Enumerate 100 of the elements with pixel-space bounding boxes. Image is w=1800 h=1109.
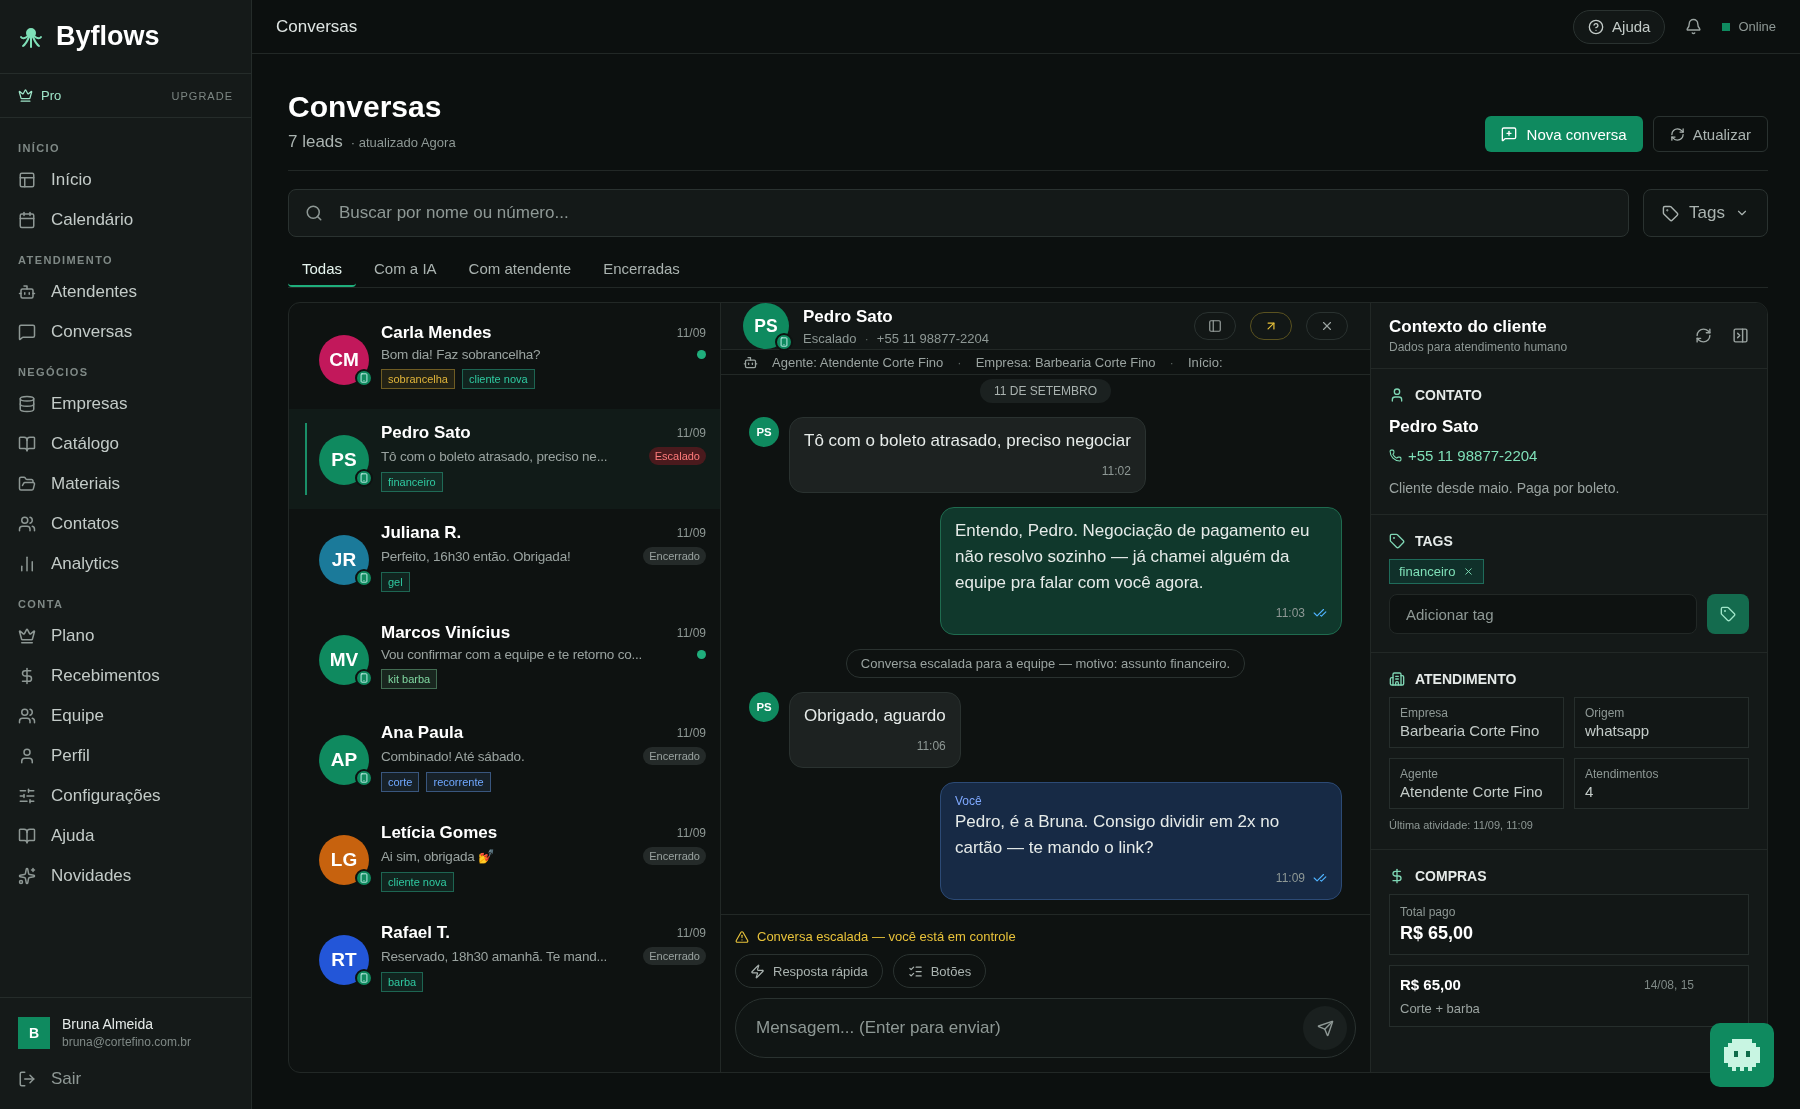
separator: · (1169, 354, 1174, 370)
status-badge: Encerrado (643, 947, 706, 965)
nav-item[interactable]: Materiais (0, 464, 251, 504)
tags-filter-button[interactable]: Tags (1643, 189, 1768, 237)
message-text: Tô com o boleto atrasado, preciso negociar (804, 430, 1131, 452)
contact-name: Ana Paula (381, 723, 465, 743)
nav-item[interactable]: Ajuda (0, 816, 251, 856)
upgrade-link[interactable]: UPGRADE (171, 89, 233, 102)
section-heading: COMPRAS (1415, 868, 1487, 884)
users-icon (18, 515, 36, 533)
nav-item[interactable]: Plano (0, 616, 251, 656)
help-button[interactable]: Ajuda (1573, 9, 1666, 44)
search-icon (305, 204, 323, 222)
conversation-item[interactable]: PS Pedro Sato 11/09 Tô com o boleto atrasado, preciso ne... Escalado financeiro (289, 409, 720, 509)
calendar-icon (18, 211, 36, 229)
chat-phone: +55 11 98877-2204 (876, 330, 989, 346)
tag: kit barba (381, 669, 438, 689)
nav-section-title: NEGÓCIOS (17, 365, 90, 380)
tag-box[interactable]: Adicionar tag (1389, 594, 1697, 634)
nav-item[interactable]: Contatos (0, 504, 251, 544)
purchase-description: Corte + barba (1400, 1001, 1481, 1016)
collapse-panel-button[interactable] (1732, 327, 1749, 344)
nav-item[interactable]: Novidades (0, 856, 251, 896)
nav-item[interactable]: Início (0, 160, 251, 200)
nav-item[interactable]: Atendentes (0, 272, 251, 312)
add-tag-button[interactable] (1707, 594, 1749, 634)
conversation-date: 11/09 (676, 826, 706, 840)
conversation-item[interactable]: JR Juliana R. 11/09 Perfeito, 16h30 então. Obrigada! Encerrado gel (289, 509, 720, 609)
tab[interactable]: Encerradas (589, 251, 694, 287)
conversation-date: 11/09 (676, 926, 706, 940)
phone-link[interactable]: +55 11 98877-2204 (1389, 447, 1749, 464)
updated-text: · atualizado Agora (350, 135, 456, 150)
contact-avatar: RT (319, 935, 369, 985)
panel-icon (1208, 319, 1222, 333)
nav-item[interactable]: Configurações (0, 776, 251, 816)
field-value: Atendente Corte Fino (1400, 783, 1544, 800)
conversation-item[interactable]: LG Letícia Gomes 11/09 Ai sim, obrigada 💅 Encerrado cliente nova (289, 809, 720, 909)
online-status: Online (1722, 19, 1776, 34)
message-time: 11:03 (1275, 605, 1305, 622)
tag: sobrancelha (381, 369, 455, 389)
nav-item[interactable]: Empresas (0, 384, 251, 424)
panel-toggle-button[interactable] (1194, 312, 1236, 340)
field-label: Atendimentos (1585, 767, 1660, 781)
conversation-date: 11/09 (676, 726, 706, 740)
refresh-button[interactable]: Atualizar (1652, 116, 1768, 152)
section-heading: CONTATO (1415, 387, 1482, 403)
message-text: Entendo, Pedro. Negociação de pagamento eu não resolvo sozinho — já chamei alguém da equipe pra falar com você agora. (955, 520, 1311, 594)
lead-count: 7 leads (288, 132, 343, 152)
new-conversation-button[interactable]: Nova conversa (1484, 116, 1643, 152)
contact-name: Juliana R. (381, 523, 463, 543)
refresh-button[interactable] (1695, 327, 1712, 344)
escalate-button[interactable] (1250, 312, 1292, 340)
conversation-item[interactable]: RT Rafael T. 11/09 Reservado, 18h30 amanhã. Te mand... Encerrado barba (289, 909, 720, 1009)
conversation-item[interactable]: AP Ana Paula 11/09 Combinado! Até sábado. Encerrado corte recorrente (289, 709, 720, 809)
tab[interactable]: Com a IA (360, 251, 451, 287)
purchase-date: 14/08, 15 (1643, 977, 1694, 992)
close-icon (1320, 319, 1334, 333)
nav-item[interactable]: Catálogo (0, 424, 251, 464)
conversation-item[interactable]: CM Carla Mendes 11/09 Bom dia! Faz sobrancelha? sobrancelha cliente nova (289, 309, 720, 409)
tag: corte (381, 772, 420, 792)
nav-item[interactable]: Calendário (0, 200, 251, 240)
logout-link[interactable]: Sair (0, 1059, 251, 1109)
message-preview: Reservado, 18h30 amanhã. Te mand... (381, 948, 609, 964)
nav-item[interactable]: Equipe (0, 696, 251, 736)
phone-badge-icon (355, 369, 373, 387)
tab[interactable]: Com atendente (454, 251, 586, 287)
nav-section-title: ATENDIMENTO (17, 253, 115, 268)
user-email: bruna@cortefino.com.br (62, 1035, 191, 1049)
total-amount: R$ 65,00 (1400, 923, 1475, 944)
phone-badge-icon (355, 869, 373, 887)
building-icon (1389, 671, 1405, 687)
nav-item[interactable]: Conversas (0, 312, 251, 352)
phone-badge-icon (355, 569, 373, 587)
message-input[interactable]: Mensagem... (Enter para enviar) (754, 1017, 1303, 1039)
remove-icon[interactable] (1463, 566, 1475, 577)
search-field[interactable]: Buscar por nome ou número... (337, 202, 1613, 224)
conversation-item[interactable]: MV Marcos Vinícius 11/09 Vou confirmar com a equipe e te retorno co... kit barba (289, 609, 720, 709)
chat-info: Início: (1187, 354, 1223, 370)
message-box[interactable]: Mensagem... (Enter para enviar) (735, 998, 1356, 1058)
nav-section-title: INÍCIO (17, 141, 61, 156)
message-time: 11:06 (916, 738, 946, 755)
sliders-icon (18, 787, 36, 805)
robot-icon (18, 283, 36, 301)
tag-input[interactable]: Adicionar tag (1404, 604, 1682, 624)
crown-icon (18, 88, 33, 103)
send-button[interactable] (1303, 1006, 1347, 1050)
layout-icon (18, 171, 36, 189)
tag-icon (1720, 606, 1736, 622)
nav-item[interactable]: Recebimentos (0, 656, 251, 696)
search-box[interactable]: Buscar por nome ou número... (288, 189, 1630, 237)
assistant-button[interactable] (1710, 1023, 1774, 1087)
nav-item[interactable]: Perfil (0, 736, 251, 776)
bell-icon[interactable] (1685, 18, 1703, 35)
message-preview: Vou confirmar com a equipe e te retorno co... (381, 647, 644, 662)
contact-name: Marcos Vinícius (381, 623, 512, 643)
nav-item[interactable]: Analytics (0, 544, 251, 584)
tab[interactable]: Todas (288, 251, 357, 287)
message-time: 11:02 (1101, 463, 1131, 480)
section-heading: TAGS (1415, 533, 1453, 549)
contact-avatar: PS (749, 417, 779, 447)
